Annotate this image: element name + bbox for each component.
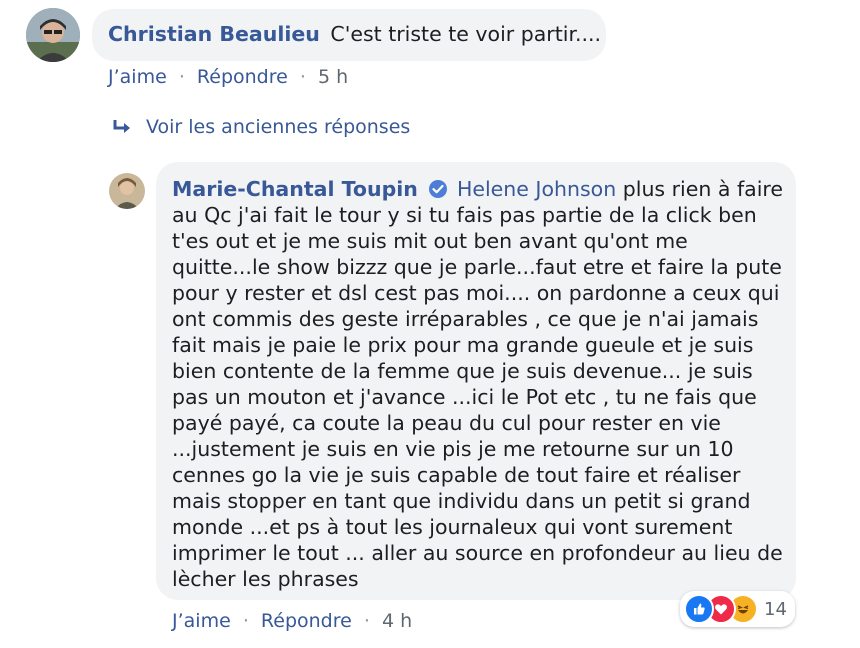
separator-dot: · <box>299 66 306 88</box>
reply-button[interactable]: Répondre <box>197 66 288 88</box>
comment-content: Christian Beaulieu C'est triste te voir … <box>108 22 601 46</box>
separator-dot: · <box>363 610 370 632</box>
reply-actions: J’aime · Répondre · 4 h <box>172 610 412 632</box>
comment-actions: J’aime · Répondre · 5 h <box>108 66 348 88</box>
avatar-christian[interactable] <box>26 8 80 62</box>
reply-time[interactable]: 4 h <box>382 610 412 632</box>
separator-dot: · <box>242 610 249 632</box>
view-older-replies-link[interactable]: Voir les anciennes réponses <box>112 116 410 138</box>
avatar-marie-chantal[interactable] <box>109 173 145 209</box>
separator-dot: · <box>178 66 185 88</box>
reply-arrow-icon <box>112 118 134 136</box>
verified-badge-icon <box>428 179 448 199</box>
reaction-count: 14 <box>764 598 787 620</box>
like-icon <box>684 594 714 624</box>
reply-button[interactable]: Répondre <box>261 610 352 632</box>
reply-content: Marie-Chantal Toupin Helene Johnson plus… <box>172 176 790 592</box>
reply-author[interactable]: Marie-Chantal Toupin <box>172 177 418 201</box>
view-older-replies-label: Voir les anciennes réponses <box>146 116 411 138</box>
comment-author[interactable]: Christian Beaulieu <box>108 22 320 46</box>
like-button[interactable]: J’aime <box>172 610 231 632</box>
comment-time[interactable]: 5 h <box>318 66 348 88</box>
mention-link[interactable]: Helene Johnson <box>457 177 616 201</box>
comment-text: C'est triste te voir partir.... <box>330 22 602 46</box>
reply-text: plus rien à faire au Qc j'ai fait le tou… <box>172 177 784 591</box>
like-button[interactable]: J’aime <box>108 66 167 88</box>
reactions-summary[interactable]: 14 <box>680 591 795 627</box>
